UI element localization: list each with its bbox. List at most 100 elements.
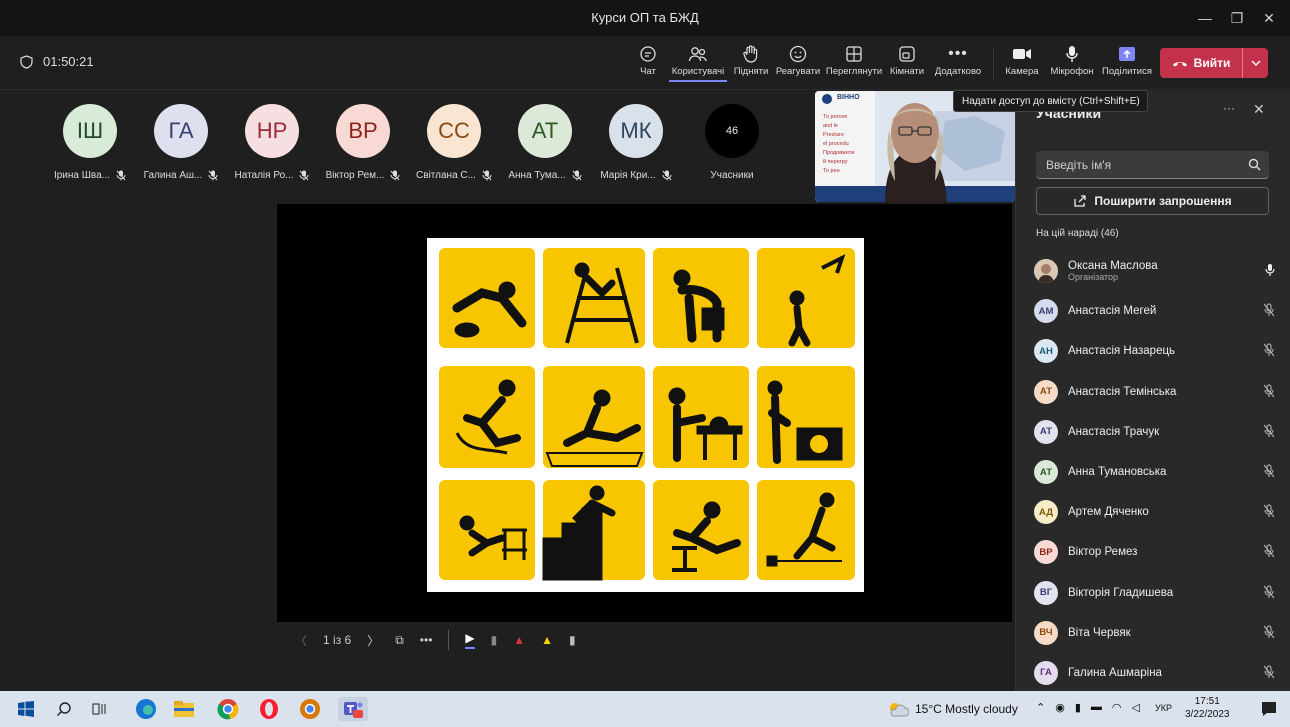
participant-list-item[interactable]: Оксана Маслова Організатор — [1034, 251, 1279, 291]
mic-off-icon — [1263, 303, 1275, 317]
react-button[interactable]: Реагувати — [775, 42, 821, 86]
stage-participant[interactable]: НР Наталія Ро... — [222, 104, 322, 181]
participant-avatar: ВР — [336, 104, 390, 158]
next-slide-button[interactable]: 〉 — [367, 632, 379, 649]
mic-off-icon — [662, 170, 672, 181]
participant-list-item[interactable]: ВГ Вікторія Гладишева — [1034, 573, 1279, 613]
participant-list-item[interactable]: АТ Анастасія Трачук — [1034, 412, 1279, 452]
participant-list-item[interactable]: АД Артем Дяченко — [1034, 492, 1279, 532]
share-tooltip: Надати доступ до вмісту (Ctrl+Shift+E) — [953, 90, 1148, 112]
camera-button[interactable]: Камера — [1002, 42, 1042, 86]
stage-participant[interactable]: СС Світлана С... — [404, 104, 504, 181]
panel-close-icon[interactable]: ✕ — [1253, 101, 1265, 118]
opera-icon[interactable] — [257, 697, 281, 721]
participant-avatar: АН — [1034, 339, 1058, 364]
more-participants-button[interactable]: 46 Учасники — [682, 104, 782, 181]
stage-participant[interactable]: ВР Віктор Рем... — [313, 104, 413, 181]
share-screen-icon — [1119, 47, 1135, 61]
leave-button[interactable]: Вийти — [1160, 48, 1268, 78]
leave-main[interactable]: Вийти — [1160, 56, 1242, 70]
chat-button[interactable]: Чат — [633, 42, 663, 86]
rooms-button[interactable]: Кімнати — [889, 42, 925, 86]
view-button[interactable]: Переглянути — [825, 42, 883, 86]
share-invite-button[interactable]: Поширити запрошення — [1036, 187, 1269, 215]
laser-pointer-icon[interactable]: ▶ — [465, 631, 475, 649]
window-title: Курси ОП та БЖД — [591, 10, 699, 25]
participant-name: Оксана Маслова — [1068, 260, 1158, 273]
participant-name: Анастасія Трачук — [1068, 425, 1160, 438]
teams-icon[interactable] — [338, 697, 368, 721]
chrome-icon[interactable] — [216, 697, 240, 721]
chrome-canary-icon[interactable] — [298, 697, 322, 721]
close-button[interactable]: ✕ — [1256, 6, 1282, 30]
stage-participant[interactable]: АТ Анна Тума... — [495, 104, 595, 181]
video-caption: ВІННО — [837, 94, 860, 101]
stage-participant[interactable]: ІШ Ірина Шва... — [40, 104, 140, 181]
system-clock[interactable]: 17:51 3/22/2023 — [1185, 695, 1230, 721]
red-pen-icon[interactable]: ▲ — [513, 633, 525, 647]
participant-name: Галина Аш... — [131, 170, 231, 181]
page-indicator: 1 із 6 — [323, 633, 352, 647]
more-options-icon[interactable]: ••• — [420, 633, 433, 647]
battery-icon[interactable]: ▬ — [1091, 701, 1102, 714]
invite-label: Поширити запрошення — [1094, 194, 1232, 208]
input-language[interactable]: УКР — [1155, 703, 1172, 713]
volume-icon[interactable]: ◁ — [1132, 701, 1140, 714]
previous-slide-button[interactable]: 〈 — [295, 632, 307, 649]
participant-search-input[interactable]: Введіть ім'я — [1036, 151, 1269, 179]
participant-avatar: ВГ — [1034, 580, 1058, 605]
participant-name: Ірина Шва... — [40, 170, 140, 181]
stage-participant[interactable]: ГА Галина Аш... — [131, 104, 231, 181]
file-explorer-icon[interactable] — [172, 697, 196, 721]
wifi-icon[interactable]: ◠ — [1112, 701, 1122, 714]
participant-name: Вікторія Гладишева — [1068, 586, 1174, 599]
panel-more-icon[interactable]: ··· — [1223, 101, 1235, 115]
participant-avatar: АТ — [1034, 419, 1058, 444]
edge-browser-icon[interactable] — [134, 697, 158, 721]
participant-name: Анна Тума... — [495, 170, 595, 181]
onedrive-icon[interactable]: ◉ — [1055, 701, 1065, 714]
participant-list-item[interactable]: ВЧ Віта Червяк — [1034, 613, 1279, 653]
presentation-slide — [427, 238, 864, 592]
participant-avatar: ГА — [1034, 660, 1058, 685]
thumbnails-icon[interactable]: ⧉ — [395, 633, 404, 648]
clock-date: 3/22/2023 — [1185, 709, 1230, 720]
share-button[interactable]: Поділитися — [1101, 42, 1153, 86]
people-icon — [688, 47, 707, 62]
minimize-button[interactable]: — — [1192, 6, 1218, 30]
more-button[interactable]: ••• Додатково — [931, 42, 985, 86]
leave-dropdown[interactable] — [1242, 48, 1268, 78]
participant-avatar: АТ — [1034, 379, 1058, 404]
participant-list-item[interactable]: АН Анастасія Назарець — [1034, 331, 1279, 371]
smiley-icon — [789, 45, 807, 63]
search-icon[interactable] — [52, 697, 76, 721]
people-button[interactable]: Користувачі — [669, 42, 727, 86]
participant-list-item[interactable]: АТ Анна Тумановська — [1034, 452, 1279, 492]
tray-microphone-icon[interactable]: ▮ — [1075, 701, 1081, 714]
windows-start-icon[interactable] — [14, 697, 38, 721]
raise-hand-button[interactable]: Підняти — [731, 42, 771, 86]
participant-list-item[interactable]: ВР Віктор Ремез — [1034, 532, 1279, 572]
highlighter-icon[interactable]: ▲ — [541, 633, 553, 647]
shield-icon — [20, 54, 33, 69]
mic-off-icon — [1263, 585, 1275, 598]
participant-name: Марія Кри... — [586, 170, 686, 181]
task-view-icon[interactable] — [88, 697, 112, 721]
participant-name: Анастасія Темінська — [1068, 385, 1177, 398]
notifications-icon[interactable] — [1257, 697, 1281, 721]
pen-icon[interactable]: ▮ — [491, 633, 498, 647]
meeting-stage: ІШ Ірина Шва... ГА Галина Аш... НР Наталія Ро… — [0, 91, 1015, 691]
eraser-icon[interactable]: ▮ — [569, 633, 576, 647]
rooms-icon — [899, 46, 915, 62]
participant-list-item[interactable]: АТ Анастасія Темінська — [1034, 372, 1279, 412]
participant-list-item[interactable]: ГА Галина Ашмаріна — [1034, 653, 1279, 693]
participant-list-item[interactable]: АМ Анастасія Мегей — [1034, 291, 1279, 331]
stage-participant[interactable]: МК Марія Кри... — [586, 104, 686, 181]
maximize-button[interactable]: ❐ — [1224, 6, 1250, 30]
chevron-up-icon[interactable]: ⌃ — [1036, 701, 1045, 714]
meeting-toolbar: 01:50:21 Чат Користувачі Підняти Реагува… — [0, 36, 1290, 90]
weather-widget[interactable]: 15°C Mostly cloudy — [887, 701, 1018, 717]
microphone-button[interactable]: Мікрофон — [1047, 42, 1097, 86]
view-label: Переглянути — [825, 66, 883, 77]
participant-avatar: АТ — [1034, 460, 1058, 485]
